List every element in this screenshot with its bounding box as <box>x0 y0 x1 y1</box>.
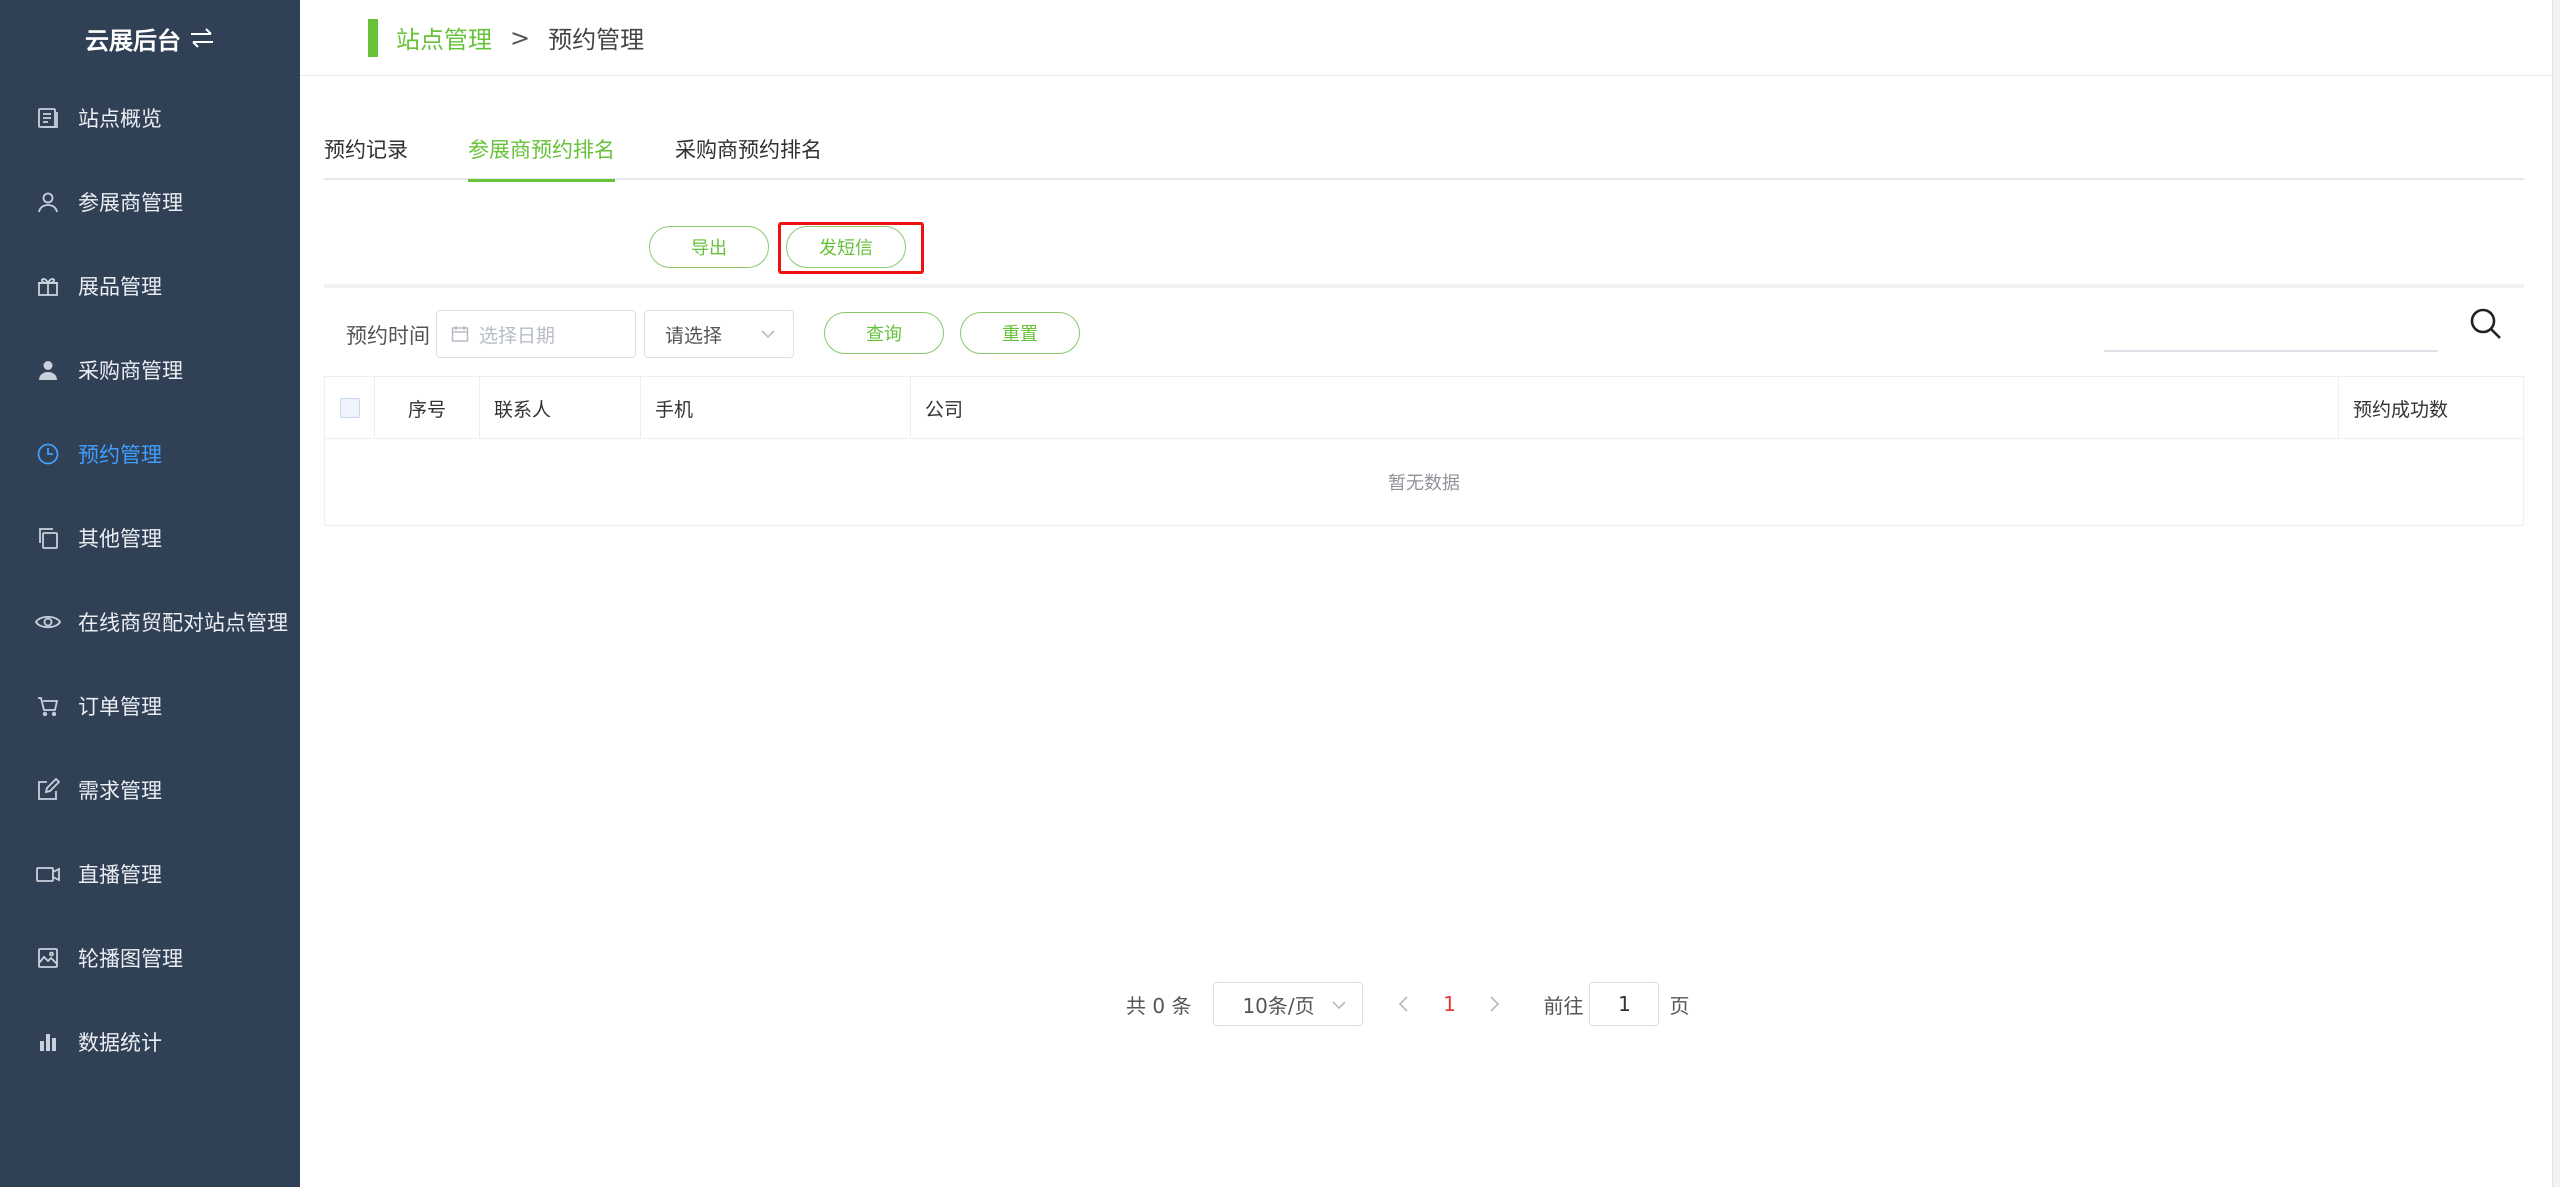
tab-bar: 预约记录 参展商预约排名 采购商预约排名 <box>324 126 2524 182</box>
calendar-icon <box>451 326 469 342</box>
sidebar-item-reservations[interactable]: 预约管理 <box>0 412 300 496</box>
sidebar-item-products[interactable]: 展品管理 <box>0 244 300 328</box>
tab-exhibitor-ranking[interactable]: 参展商预约排名 <box>468 126 615 182</box>
page-number[interactable]: 1 <box>1419 992 1479 1016</box>
export-button[interactable]: 导出 <box>649 226 769 268</box>
sidebar-item-label: 直播管理 <box>78 863 162 887</box>
sidebar-item-label: 在线商贸配对站点管理 <box>78 611 288 635</box>
column-header: 序号 <box>407 398 446 421</box>
cart-icon <box>34 692 62 720</box>
header-checkbox-cell <box>325 377 375 439</box>
next-page-button[interactable] <box>1479 982 1509 1026</box>
table-header: 序号 联系人 手机 公司 预约成功数 <box>325 377 2523 439</box>
sidebar-menu: 站点概览 参展商管理 展品管理 采购商管理 预约管理 其他管理 在线商贸配对站点… <box>0 76 300 1084</box>
page-unit-label: 页 <box>1669 993 1690 1018</box>
sidebar-item-online-matching[interactable]: 在线商贸配对站点管理 <box>0 580 300 664</box>
goto-label: 前往 <box>1543 993 1584 1018</box>
goto-page-input[interactable] <box>1589 982 1660 1026</box>
document-icon <box>34 104 62 132</box>
sidebar-item-label: 参展商管理 <box>78 191 183 215</box>
sidebar-item-buyers[interactable]: 采购商管理 <box>0 328 300 412</box>
copy-icon <box>34 524 62 552</box>
sidebar-item-orders[interactable]: 订单管理 <box>0 664 300 748</box>
sidebar-item-carousel[interactable]: 轮播图管理 <box>0 916 300 1000</box>
date-placeholder: 选择日期 <box>479 324 556 347</box>
sidebar-item-label: 其他管理 <box>78 527 162 551</box>
column-header: 公司 <box>911 377 2339 439</box>
user-outline-icon <box>34 188 62 216</box>
bar-chart-icon <box>34 1028 62 1056</box>
breadcrumb-separator: > <box>510 23 531 52</box>
sidebar-item-statistics[interactable]: 数据统计 <box>0 1000 300 1084</box>
action-toolbar: 导出 发短信 <box>324 218 2524 288</box>
brand-title: 云展后台 <box>85 26 181 55</box>
sidebar-item-label: 订单管理 <box>78 695 162 719</box>
select-all-checkbox[interactable] <box>339 398 360 418</box>
sidebar-item-other[interactable]: 其他管理 <box>0 496 300 580</box>
breadcrumb-parent-link[interactable]: 站点管理 <box>396 20 492 55</box>
sidebar-item-live[interactable]: 直播管理 <box>0 832 300 916</box>
user-solid-icon <box>34 356 62 384</box>
sidebar-item-label: 轮播图管理 <box>78 947 183 971</box>
sidebar-item-label: 预约管理 <box>78 443 162 467</box>
chevron-down-icon <box>1332 1001 1347 1010</box>
column-header: 联系人 <box>479 377 641 439</box>
sidebar-item-site-overview[interactable]: 站点概览 <box>0 76 300 160</box>
sidebar-item-label: 展品管理 <box>78 275 162 299</box>
gift-icon <box>34 272 62 300</box>
sidebar-item-label: 需求管理 <box>78 779 162 803</box>
tab-reservation-records[interactable]: 预约记录 <box>324 126 408 180</box>
switch-icon[interactable] <box>189 27 215 49</box>
column-header: 预约成功数 <box>2353 398 2449 421</box>
page-size-select[interactable]: 10条/页 <box>1213 982 1364 1026</box>
ranking-table: 序号 联系人 手机 公司 预约成功数 暂无数据 <box>324 376 2524 526</box>
empty-state: 暂无数据 <box>1388 473 1460 494</box>
main-content: 站点管理 > 预约管理 预约记录 参展商预约排名 采购商预约排名 导出 发短信 … <box>300 0 2560 1187</box>
video-camera-icon <box>34 860 62 888</box>
sidebar-item-demands[interactable]: 需求管理 <box>0 748 300 832</box>
date-picker[interactable]: 选择日期 <box>436 310 636 358</box>
total-count: 共 0 条 <box>1126 993 1192 1018</box>
chevron-down-icon <box>761 330 775 339</box>
vertical-scrollbar[interactable] <box>2552 0 2560 1187</box>
sidebar-item-label: 站点概览 <box>78 107 162 131</box>
sidebar-item-label: 采购商管理 <box>78 359 183 383</box>
edit-icon <box>34 776 62 804</box>
sidebar-item-exhibitors[interactable]: 参展商管理 <box>0 160 300 244</box>
column-header: 手机 <box>641 377 911 439</box>
sidebar-item-label: 数据统计 <box>78 1031 162 1055</box>
eye-icon <box>34 608 62 636</box>
brand: 云展后台 <box>0 0 300 76</box>
select-value: 请选择 <box>665 324 723 347</box>
search-icon[interactable] <box>2468 306 2504 342</box>
pagination: 共 0 条 10条/页 1 前往 页 <box>1126 982 1689 1026</box>
clock-icon <box>34 440 62 468</box>
breadcrumb-marker <box>368 18 378 57</box>
search-input[interactable] <box>2104 350 2438 352</box>
reservation-time-label: 预约时间 <box>346 324 430 348</box>
breadcrumb: 站点管理 > 预约管理 <box>300 0 2560 76</box>
tab-buyer-ranking[interactable]: 采购商预约排名 <box>675 126 822 180</box>
filter-bar: 预约时间 选择日期 请选择 查询 重置 <box>324 308 2524 360</box>
sidebar: 云展后台 站点概览 参展商管理 展品管理 采购商管理 预约管理 其他管理 在线商… <box>0 0 300 1187</box>
query-button[interactable]: 查询 <box>824 312 944 354</box>
page-size-value: 10条/页 <box>1242 993 1315 1018</box>
chevron-left-icon <box>1399 996 1409 1012</box>
picture-icon <box>34 944 62 972</box>
send-sms-button[interactable]: 发短信 <box>786 226 906 268</box>
prev-page-button[interactable] <box>1389 982 1419 1026</box>
chevron-right-icon <box>1490 996 1500 1012</box>
breadcrumb-current: 预约管理 <box>548 26 645 54</box>
reset-button[interactable]: 重置 <box>960 312 1080 354</box>
status-select[interactable]: 请选择 <box>644 310 794 358</box>
